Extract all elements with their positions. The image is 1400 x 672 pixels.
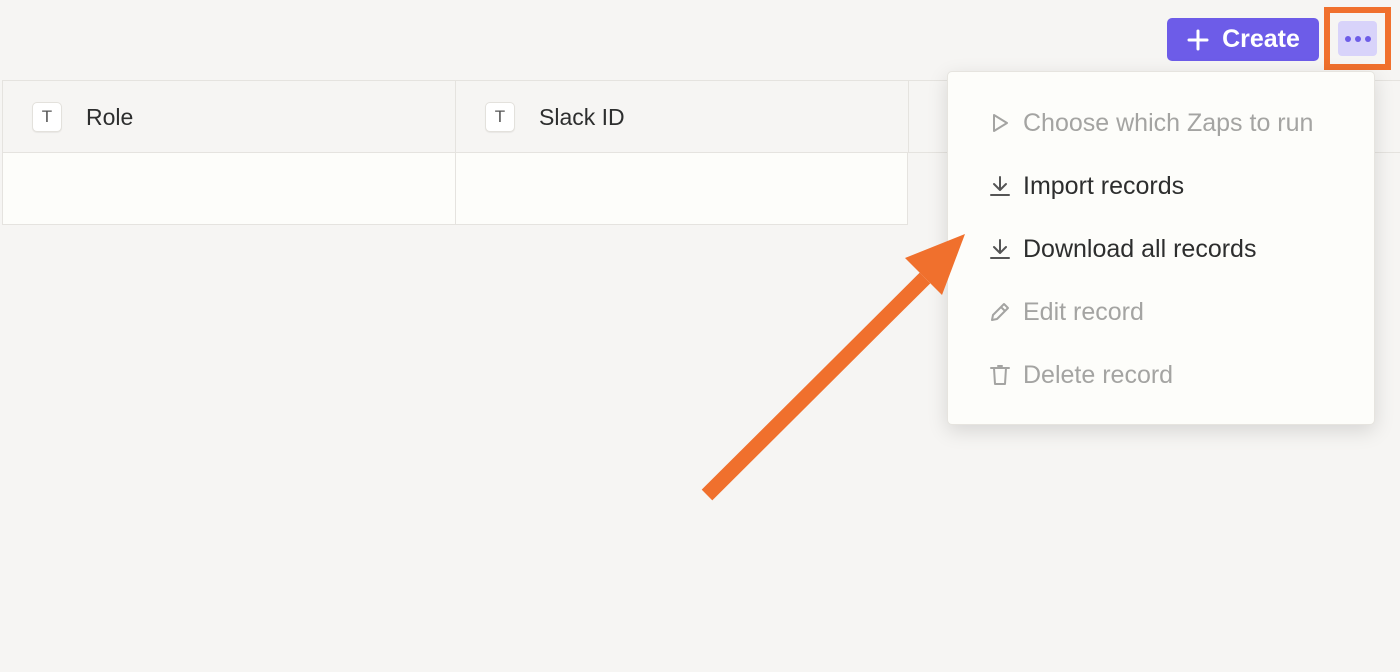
table-cell[interactable] (455, 153, 908, 225)
more-button-highlight (1324, 7, 1391, 70)
menu-item-label: Edit record (1023, 297, 1144, 326)
column-label: Slack ID (539, 103, 625, 130)
menu-item-label: Download all records (1023, 234, 1257, 263)
column-label: Role (86, 103, 134, 130)
create-button-label: Create (1222, 25, 1300, 53)
menu-item-download-all-records[interactable]: Download all records (948, 219, 1376, 279)
column-header-slack-id[interactable]: T Slack ID (455, 81, 908, 153)
menu-item-label: Delete record (1023, 360, 1174, 389)
download-icon (987, 173, 1013, 199)
menu-item-edit-record[interactable]: Edit record (948, 282, 1376, 342)
table-row (2, 153, 908, 225)
text-type-icon: T (485, 102, 515, 132)
plus-icon (1187, 29, 1209, 50)
trash-icon (987, 362, 1013, 388)
menu-item-import-records[interactable]: Import records (948, 156, 1376, 216)
menu-item-choose-zaps[interactable]: Choose which Zaps to run (948, 93, 1376, 153)
menu-item-label: Import records (1023, 171, 1185, 200)
type-glyph: T (494, 107, 506, 126)
create-button[interactable]: Create (1167, 18, 1319, 61)
menu-item-delete-record[interactable]: Delete record (948, 345, 1376, 405)
options-menu: Choose which Zaps to run Import records … (947, 71, 1375, 425)
table-cell[interactable] (2, 153, 455, 225)
menu-item-label: Choose which Zaps to run (1023, 108, 1314, 137)
column-header-role[interactable]: T Role (2, 81, 455, 153)
type-glyph: T (41, 107, 53, 126)
text-type-icon: T (32, 102, 62, 132)
download-icon (987, 236, 1013, 262)
more-options-button[interactable] (1338, 21, 1377, 56)
ellipsis-icon (1344, 35, 1371, 42)
play-icon (987, 110, 1013, 136)
page: Create T Role T Slack ID Choose which Za… (0, 0, 1400, 672)
pencil-icon (987, 299, 1013, 325)
